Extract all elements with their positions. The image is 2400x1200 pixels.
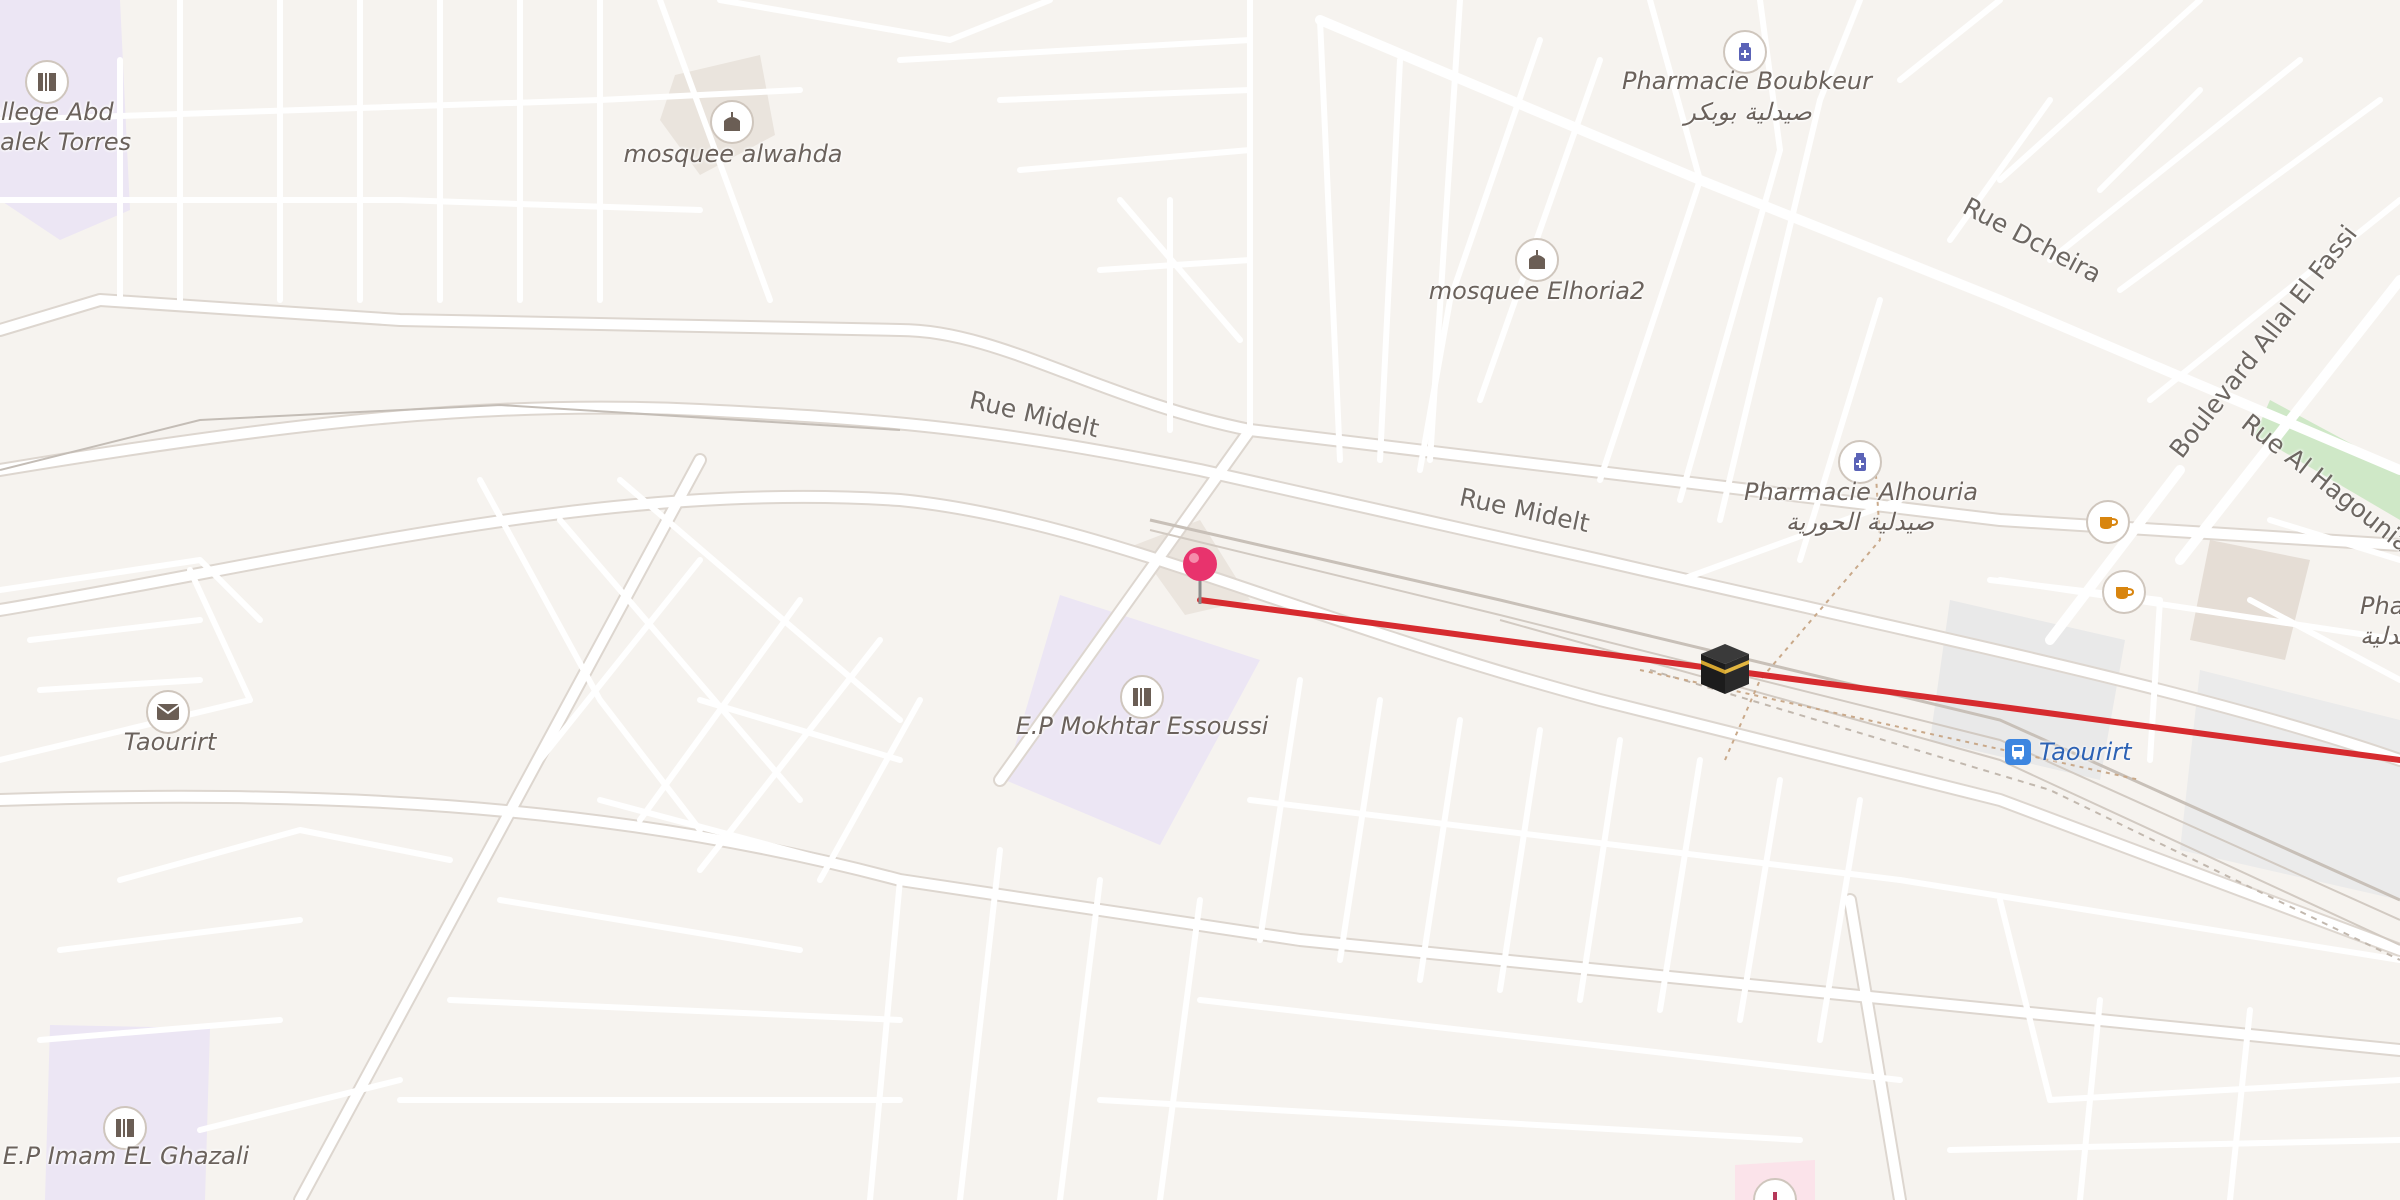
bus-station[interactable]: Taourirt	[2005, 738, 2132, 766]
pharmacie-partial-label-ar: صيدلية	[2360, 622, 2400, 650]
kaaba-icon[interactable]	[1697, 640, 1753, 696]
pharmacie-alhouria-label: Pharmacie Alhouria	[1743, 478, 1979, 506]
bus-icon	[2005, 739, 2031, 765]
school-ghazali-label: E.P Imam EL Ghazali	[2, 1142, 250, 1170]
mosque-icon[interactable]	[1515, 238, 1559, 282]
map-pin-icon[interactable]	[1180, 544, 1220, 606]
pharmacie-boubkeur-label: Pharmacie Boubkeur	[1622, 67, 1872, 95]
pharmacie-alhouria-label-ar: صيدلية الحورية	[1785, 508, 1935, 536]
cafe-icon[interactable]	[2102, 570, 2146, 614]
mosquee-elhoria2-label: mosquee Elhoria2	[1428, 277, 1646, 305]
pharmacie-boubkeur-label-ar: صيدلية بوبكر	[1684, 98, 1812, 126]
college-label-line2: halek Torres	[0, 128, 132, 156]
college-label-line1: ollege Abd	[0, 98, 114, 126]
pharmacie-partial-label: Pharm	[2360, 592, 2400, 620]
mosquee-alwahda-label: mosquee alwahda	[623, 140, 843, 168]
mosque-icon[interactable]	[710, 100, 754, 144]
school-mokhtar-label: E.P Mokhtar Essoussi	[1015, 712, 1269, 740]
post-office-label: Taourirt	[123, 728, 217, 756]
cafe-icon[interactable]	[2086, 500, 2130, 544]
map-canvas[interactable]: ollege Abd halek Torres mosquee alwahda …	[0, 0, 2400, 1200]
bus-station-label: Taourirt	[2039, 738, 2132, 766]
